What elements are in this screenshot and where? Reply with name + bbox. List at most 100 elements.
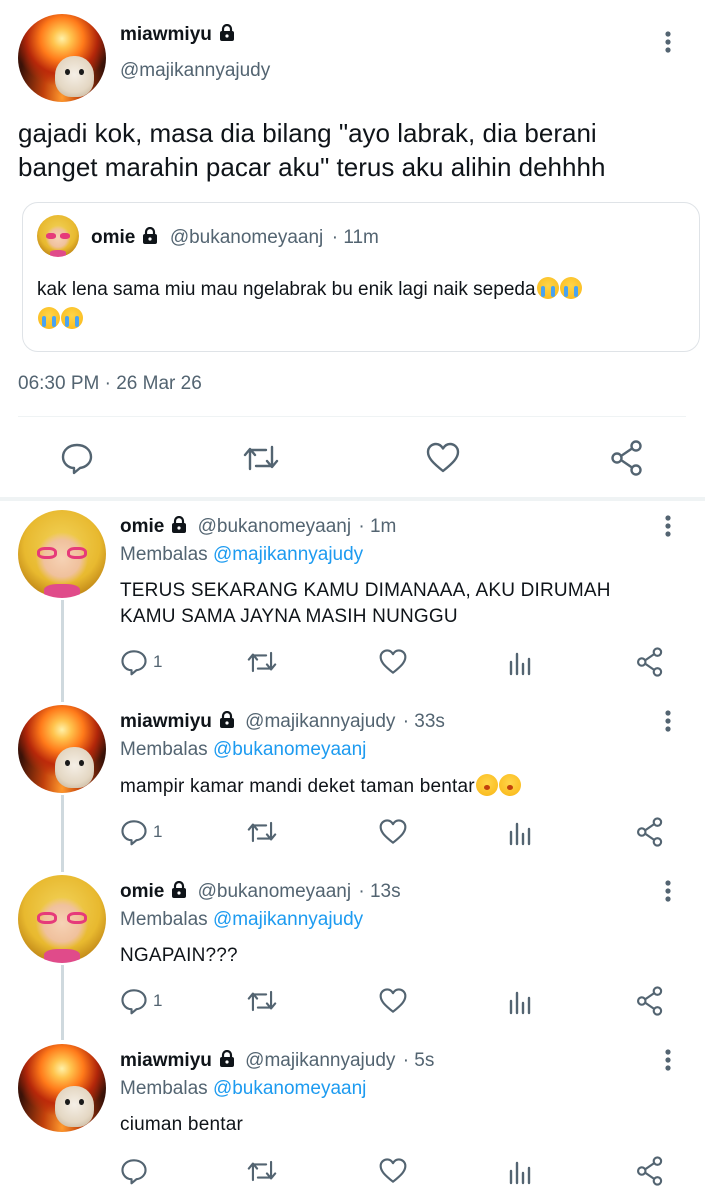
author-avatar[interactable] (18, 14, 106, 102)
reply-avatar[interactable] (18, 1044, 106, 1132)
reply-count: 1 (153, 991, 163, 1010)
reply-text: ciuman bentar (120, 1112, 243, 1138)
reply-author-handle[interactable]: @majikannyajudy (245, 711, 395, 732)
comment-icon[interactable] (120, 648, 148, 676)
more-vertical-icon[interactable] (662, 879, 674, 903)
loudly-crying-emoji-icon (536, 277, 559, 299)
share-icon[interactable] (610, 440, 644, 476)
reply-avatar[interactable] (18, 705, 106, 793)
lock-icon (218, 711, 236, 729)
lock-icon (141, 227, 159, 245)
replying-to-prefix: Membalas (120, 544, 208, 565)
author-name[interactable]: miawmiyu (120, 24, 212, 45)
analytics-icon[interactable] (508, 818, 532, 846)
lock-icon (218, 24, 236, 42)
replying-to-prefix: Membalas (120, 1078, 208, 1099)
share-icon[interactable] (636, 647, 664, 677)
replying-to-prefix: Membalas (120, 909, 208, 930)
share-icon[interactable] (636, 1156, 664, 1186)
reply-text-line-1: ciuman bentar (120, 1114, 244, 1135)
reply-text-line-1: NGAPAIN??? (120, 945, 238, 966)
reply-count: 1 (153, 652, 163, 671)
quote-author-handle: @bukanomeyaanj (169, 227, 324, 248)
reply-header: miawmiyu @majikannyajudy · 5s (120, 1050, 434, 1072)
comment-icon[interactable] (120, 987, 148, 1015)
reply-text-line-1: mampir kamar mandi deket taman bentar (120, 776, 475, 797)
heart-icon[interactable] (425, 441, 461, 475)
quote-text: kak lena sama miu mau ngelabrak bu enik … (37, 275, 687, 335)
retweet-icon[interactable] (246, 1157, 278, 1185)
replying-to: Membalas @bukanomeyaanj (120, 739, 366, 761)
heart-icon[interactable] (378, 818, 408, 846)
more-vertical-icon[interactable] (662, 709, 674, 733)
thread-line (61, 600, 64, 702)
quote-header: omie @bukanomeyaanj · 11m (91, 227, 379, 249)
reply-author-name[interactable]: omie (120, 516, 164, 537)
tweet-text-line-2: banget marahin pacar aku" terus aku alih… (18, 152, 606, 182)
reply-author-handle[interactable]: @majikannyajudy (245, 1050, 395, 1071)
more-vertical-icon[interactable] (662, 30, 674, 54)
comment-icon[interactable] (120, 1157, 148, 1185)
reply-text: NGAPAIN??? (120, 943, 238, 969)
reply-author-name[interactable]: miawmiyu (120, 1050, 212, 1071)
thread-line (61, 965, 64, 1040)
thread-line (61, 795, 64, 872)
reply-author-name[interactable]: omie (120, 881, 164, 902)
retweet-icon[interactable] (242, 441, 280, 475)
quote-author-name: omie (91, 227, 136, 248)
lock-icon (170, 516, 188, 534)
replying-to-mention[interactable]: @bukanomeyaanj (213, 1078, 366, 1099)
loudly-crying-emoji-icon (559, 277, 582, 299)
reply-time: · 5s (402, 1050, 435, 1071)
analytics-icon[interactable] (508, 987, 532, 1015)
author-header: miawmiyu (120, 24, 236, 46)
reply-text: TERUS SEKARANG KAMU DIMANAAA, AKU DIRUMA… (120, 578, 611, 630)
reply-header: omie @bukanomeyaanj · 1m (120, 516, 396, 538)
analytics-icon[interactable] (508, 1157, 532, 1185)
heart-icon[interactable] (378, 987, 408, 1015)
reply-author-handle[interactable]: @bukanomeyaanj (198, 881, 351, 902)
more-vertical-icon[interactable] (662, 1048, 674, 1072)
reply-text-line-1: TERUS SEKARANG KAMU DIMANAAA, AKU DIRUMA… (120, 580, 611, 601)
quote-text-body: kak lena sama miu mau ngelabrak bu enik … (37, 279, 536, 300)
loudly-crying-emoji-icon (61, 307, 83, 329)
reply-header: omie @bukanomeyaanj · 13s (120, 881, 401, 903)
share-icon[interactable] (636, 817, 664, 847)
more-vertical-icon[interactable] (662, 514, 674, 538)
replying-to-mention[interactable]: @majikannyajudy (213, 544, 363, 565)
reply-time: · 13s (358, 881, 401, 902)
retweet-icon[interactable] (246, 648, 278, 676)
replying-to-prefix: Membalas (120, 739, 208, 760)
reply-author-handle[interactable]: @bukanomeyaanj (198, 516, 351, 537)
analytics-icon[interactable] (508, 648, 532, 676)
retweet-icon[interactable] (246, 818, 278, 846)
replying-to: Membalas @majikannyajudy (120, 544, 363, 566)
share-icon[interactable] (636, 986, 664, 1016)
quote-time: · 11m (331, 227, 379, 248)
comment-icon[interactable] (60, 441, 94, 475)
heart-icon[interactable] (378, 1157, 408, 1185)
author-handle[interactable]: @majikannyajudy (120, 60, 270, 82)
tweet-text: gajadi kok, masa dia bilang "ayo labrak,… (18, 116, 698, 184)
reply-avatar[interactable] (18, 510, 106, 598)
reply-time: · 1m (358, 516, 397, 537)
retweet-icon[interactable] (246, 987, 278, 1015)
kissing-face-emoji-icon (498, 774, 521, 796)
kissing-face-emoji-icon (475, 774, 498, 796)
reply-text: mampir kamar mandi deket taman bentar (120, 774, 521, 800)
quoted-tweet[interactable]: omie @bukanomeyaanj · 11m kak lena sama … (22, 202, 700, 352)
comment-icon[interactable] (120, 818, 148, 846)
reply-count: 1 (153, 822, 163, 841)
tweet-text-line-1: gajadi kok, masa dia bilang "ayo labrak,… (18, 118, 597, 148)
replying-to-mention[interactable]: @bukanomeyaanj (213, 739, 366, 760)
loudly-crying-emoji-icon (38, 307, 60, 329)
replying-to: Membalas @majikannyajudy (120, 909, 363, 931)
tweet-timestamp[interactable]: 06:30 PM · 26 Mar 26 (18, 373, 202, 395)
section-divider (0, 497, 705, 501)
reply-time: · 33s (402, 711, 445, 732)
reply-avatar[interactable] (18, 875, 106, 963)
reply-text-line-2: KAMU SAMA JAYNA MASIH NUNGGU (120, 606, 458, 627)
heart-icon[interactable] (378, 648, 408, 676)
reply-author-name[interactable]: miawmiyu (120, 711, 212, 732)
replying-to-mention[interactable]: @majikannyajudy (213, 909, 363, 930)
